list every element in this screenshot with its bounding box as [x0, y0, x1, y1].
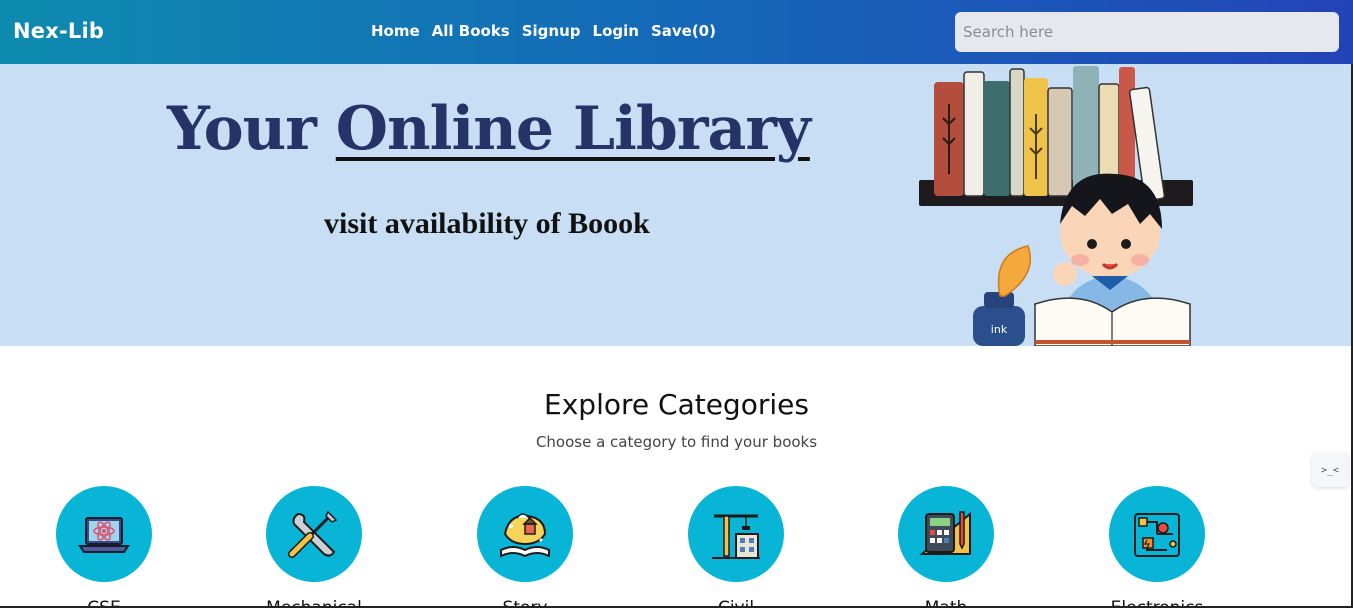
- navbar: Nex-Lib Home All Books Signup Login Save…: [0, 0, 1353, 64]
- hero-subtitle: visit availability of Boook: [324, 207, 650, 240]
- category-circle[interactable]: [477, 486, 573, 582]
- nav-link-save[interactable]: Save(0): [651, 22, 716, 40]
- category-circle[interactable]: [898, 486, 994, 582]
- category-cse[interactable]: CSE: [56, 486, 152, 608]
- category-story[interactable]: Story: [477, 486, 573, 608]
- category-circle[interactable]: [266, 486, 362, 582]
- explore-subtitle: Choose a category to find your books: [535, 433, 818, 451]
- circuit-board-icon: [1134, 513, 1180, 557]
- hero-title-plain: Your: [167, 94, 336, 164]
- explore-title: Explore Categories: [544, 388, 809, 421]
- category-circle[interactable]: [56, 486, 152, 582]
- brand-logo[interactable]: Nex-Lib: [13, 19, 104, 43]
- category-civil[interactable]: Civil: [688, 486, 784, 608]
- nav-link-all-books[interactable]: All Books: [432, 22, 510, 40]
- search-input[interactable]: [955, 12, 1339, 52]
- calculator-ruler-icon: [919, 511, 971, 555]
- category-electronics[interactable]: Electronics: [1109, 486, 1205, 608]
- ink-bottle-label: ink: [991, 323, 1008, 336]
- hero-banner: Your Online Library visit availability o…: [0, 64, 1353, 346]
- hero-title: Your Online Library: [167, 94, 811, 164]
- nav-link-login[interactable]: Login: [593, 22, 639, 40]
- nav-link-home[interactable]: Home: [371, 22, 420, 40]
- category-circle[interactable]: [1109, 486, 1205, 582]
- wrench-screwdriver-icon: [288, 510, 338, 558]
- category-circle[interactable]: [688, 486, 784, 582]
- hero-title-underlined: Online Library: [335, 94, 811, 164]
- reading-boy-illustration: ink: [919, 66, 1193, 346]
- nav-link-signup[interactable]: Signup: [522, 22, 581, 40]
- floating-widget-button[interactable]: >_<: [1312, 453, 1348, 487]
- storybook-icon: [500, 513, 550, 558]
- laptop-atom-icon: [78, 517, 130, 553]
- category-list: CSE Mechanical Story Civil Math Electron…: [0, 486, 1353, 608]
- category-math[interactable]: Math: [898, 486, 994, 608]
- crane-building-icon: [712, 514, 760, 559]
- nav-links: Home All Books Signup Login Save(0): [371, 22, 716, 40]
- category-mechanical[interactable]: Mechanical: [266, 486, 362, 608]
